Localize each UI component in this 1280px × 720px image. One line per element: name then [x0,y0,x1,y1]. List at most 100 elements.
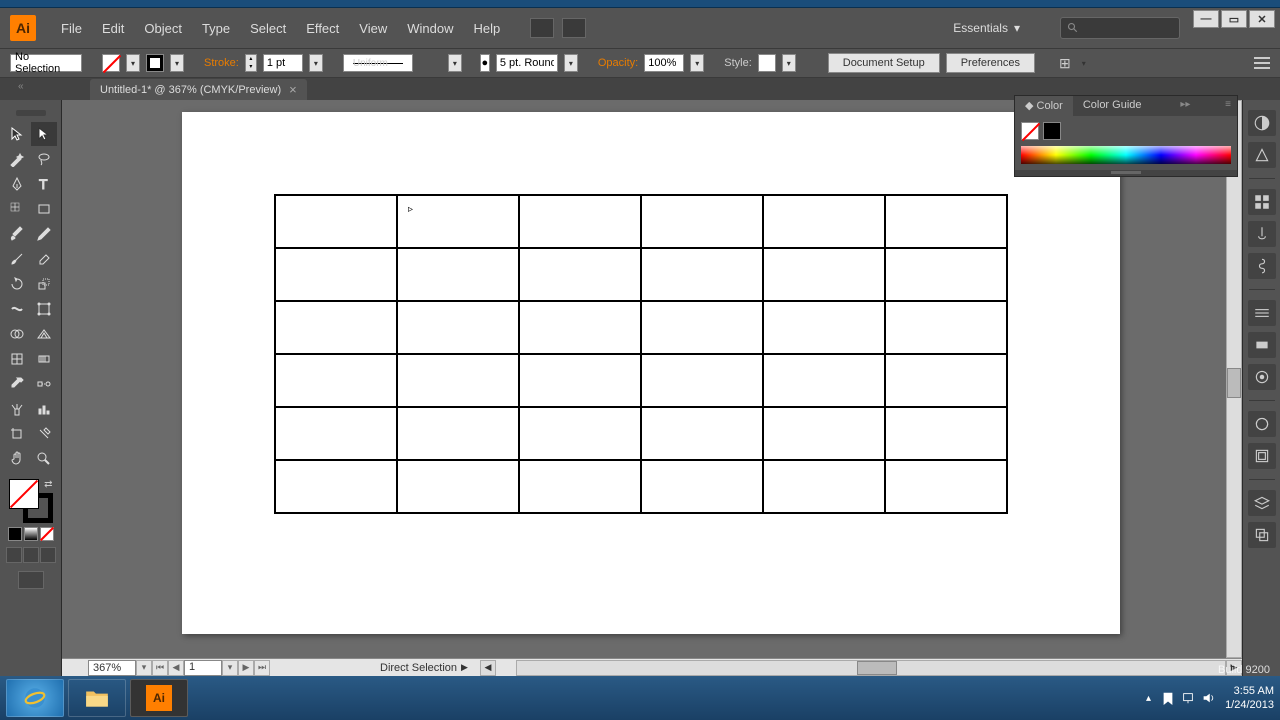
menu-help[interactable]: Help [463,17,510,40]
artboard-tool[interactable] [4,422,30,446]
menu-window[interactable]: Window [397,17,463,40]
stroke-weight-input[interactable] [263,54,303,72]
color-guide-panel-tab[interactable]: Color Guide [1073,96,1152,116]
close-tab-icon[interactable]: × [289,82,297,97]
collapse-panel-icon[interactable]: ▸▸ [1174,96,1196,116]
hand-tool[interactable] [4,447,30,471]
symbol-sprayer-tool[interactable] [4,397,30,421]
stroke-weight-dropdown[interactable] [309,54,323,72]
screen-mode-button[interactable] [18,571,44,589]
minimize-button[interactable]: — [1193,10,1219,28]
opacity-input[interactable] [644,54,684,72]
eraser-tool[interactable] [31,247,57,271]
style-swatch[interactable] [758,54,776,72]
gradient-panel-icon[interactable] [1248,332,1276,358]
menu-select[interactable]: Select [240,17,296,40]
lasso-tool[interactable] [31,147,57,171]
horizontal-scrollbar[interactable] [516,660,1226,676]
selection-tool[interactable] [4,122,30,146]
taskbar-explorer[interactable] [68,679,126,717]
color-panel-tab[interactable]: ◆ Color [1015,96,1073,116]
network-icon[interactable] [1181,691,1195,705]
panel-menu-icon[interactable]: ≡ [1219,96,1237,116]
draw-inside[interactable] [40,547,56,563]
pen-tool[interactable] [4,172,30,196]
menu-file[interactable]: File [51,17,92,40]
fill-dropdown[interactable] [126,54,140,72]
artboard-dropdown[interactable]: ▾ [222,660,238,676]
taskbar-illustrator[interactable]: Ai [130,679,188,717]
perspective-grid-tool[interactable] [31,322,57,346]
magic-wand-tool[interactable] [4,147,30,171]
hscroll-left[interactable]: ◀ [480,660,496,676]
draw-behind[interactable] [23,547,39,563]
pencil-tool[interactable] [31,222,57,246]
volume-icon[interactable] [1201,691,1215,705]
status-dropdown-icon[interactable]: ▶ [461,662,468,673]
draw-normal[interactable] [6,547,22,563]
slice-tool[interactable] [31,422,57,446]
graphic-styles-panel-icon[interactable] [1248,443,1276,469]
menu-effect[interactable]: Effect [296,17,349,40]
search-input[interactable] [1060,17,1180,39]
scale-tool[interactable] [31,272,57,296]
eyedropper-tool[interactable] [4,372,30,396]
panel-stroke-swatch[interactable] [1043,122,1061,140]
canvas-area[interactable]: ▹ [62,100,1242,676]
menu-edit[interactable]: Edit [92,17,134,40]
paintbrush-tool[interactable] [4,222,30,246]
last-artboard-button[interactable]: ⏭ [254,660,270,676]
align-icon[interactable]: ⊞ [1059,55,1071,72]
gradient-tool[interactable] [31,347,57,371]
vscroll-thumb[interactable] [1227,368,1241,398]
panel-fill-swatch[interactable] [1021,122,1039,140]
options-menu-icon[interactable] [1254,57,1270,69]
document-setup-button[interactable]: Document Setup [828,53,940,73]
arrange-docs-icon[interactable] [562,18,586,38]
stroke-panel-icon[interactable] [1248,300,1276,326]
fill-stroke-indicator[interactable]: ⇄ [9,479,53,523]
show-hidden-icons[interactable]: ▴ [1146,693,1151,704]
swatches-panel-icon[interactable] [1248,189,1276,215]
menu-object[interactable]: Object [134,17,192,40]
artboard[interactable]: ▹ [182,112,1120,634]
blob-brush-tool[interactable] [4,247,30,271]
hscroll-thumb[interactable] [857,661,897,675]
type-tool[interactable]: T [31,172,57,196]
profile-dropdown[interactable] [448,54,462,72]
width-tool[interactable] [4,297,30,321]
color-spectrum[interactable] [1021,146,1231,164]
prev-artboard-button[interactable]: ◀ [168,660,184,676]
shape-builder-tool[interactable] [4,322,30,346]
column-graph-tool[interactable] [31,397,57,421]
transparency-panel-icon[interactable] [1248,364,1276,390]
color-guide-panel-icon[interactable] [1248,142,1276,168]
zoom-tool[interactable] [31,447,57,471]
taskbar-ie[interactable] [6,679,64,717]
action-center-icon[interactable] [1161,691,1175,705]
close-button[interactable]: ✕ [1249,10,1275,28]
direct-selection-tool[interactable] [31,122,57,146]
panel-resize-handle[interactable] [1015,170,1237,176]
preferences-button[interactable]: Preferences [946,53,1035,73]
brush-dropdown[interactable] [564,54,578,72]
stroke-dropdown[interactable] [170,54,184,72]
brush-input[interactable] [496,54,558,72]
rotate-tool[interactable] [4,272,30,296]
color-mode-color[interactable] [8,527,22,541]
brushes-panel-icon[interactable] [1248,221,1276,247]
stroke-swatch[interactable] [146,54,164,72]
color-panel-icon[interactable] [1248,110,1276,136]
vertical-scrollbar[interactable] [1226,100,1242,658]
symbols-panel-icon[interactable] [1248,253,1276,279]
maximize-button[interactable]: ▭ [1221,10,1247,28]
opacity-dropdown[interactable] [690,54,704,72]
workspace-switcher[interactable]: Essentials ▾ [953,21,1020,35]
stroke-spinner[interactable]: ▴▾ [245,54,257,72]
bridge-icon[interactable] [530,18,554,38]
color-panel[interactable]: ◆ Color Color Guide ▸▸ ≡ [1014,95,1238,177]
line-tool[interactable] [4,197,30,221]
zoom-dropdown[interactable]: ▾ [136,660,152,676]
first-artboard-button[interactable]: ⏮ [152,660,168,676]
menu-type[interactable]: Type [192,17,240,40]
